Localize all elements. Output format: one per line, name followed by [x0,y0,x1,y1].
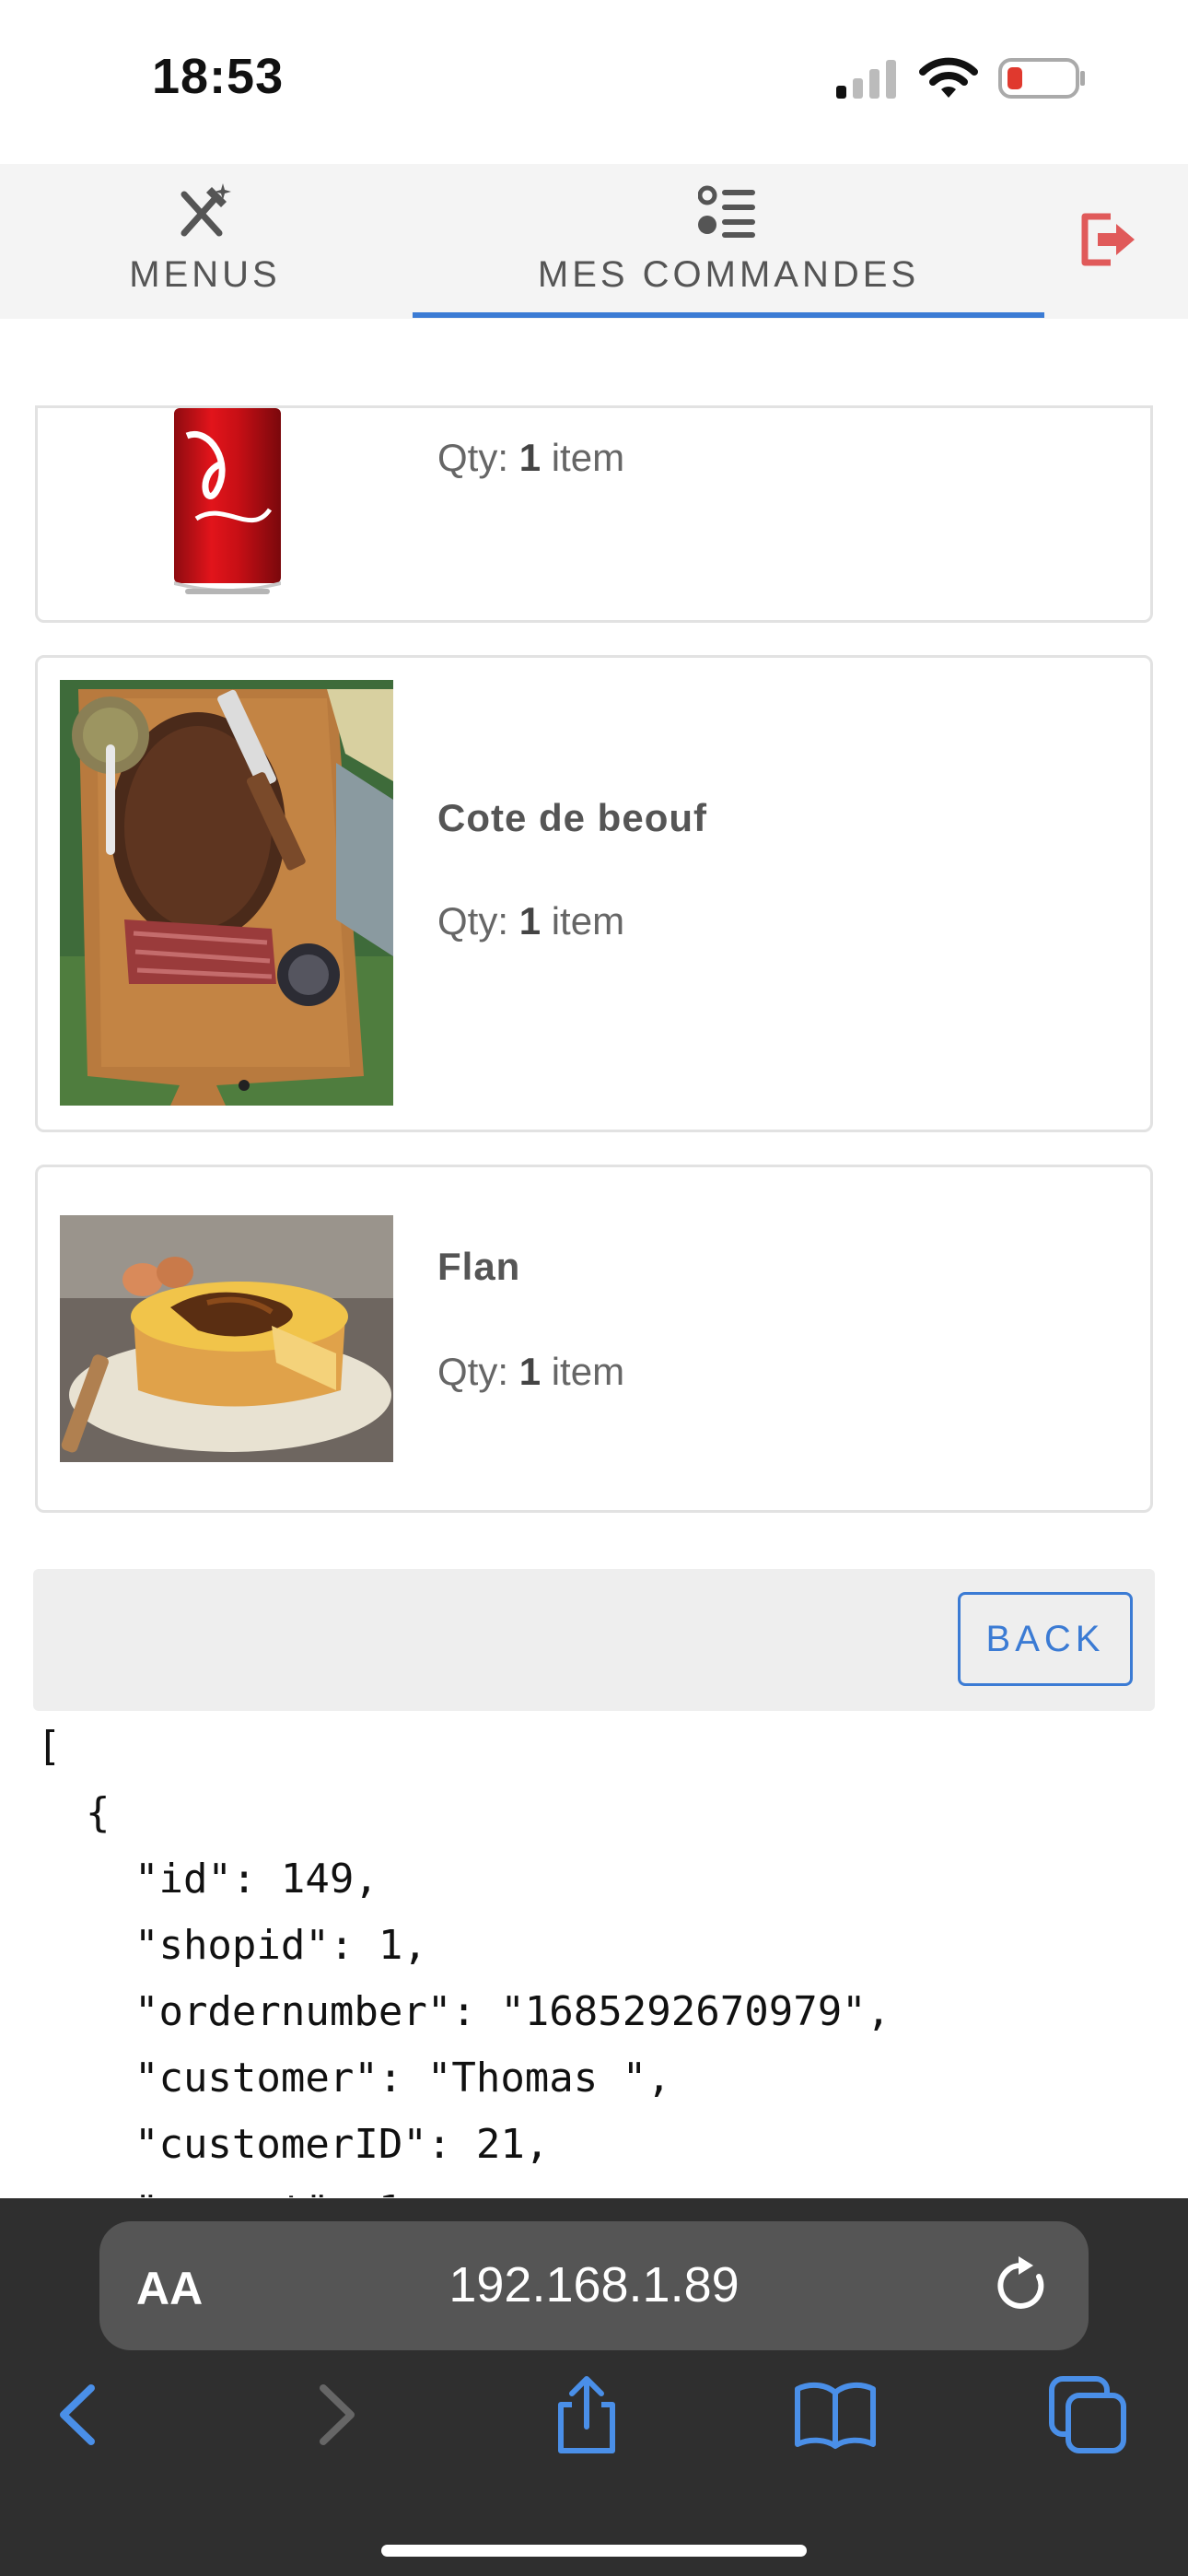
steak-image [60,680,393,1106]
json-line: { [37,1789,111,1836]
browser-toolbar: AA 192.168.1.89 [0,2198,1188,2576]
item-name: Cote de beouf [437,796,707,839]
tabs-button[interactable] [1037,2364,1138,2465]
json-line: "amount": 1, [37,2187,427,2197]
address-bar[interactable]: AA 192.168.1.89 [99,2221,1089,2350]
home-indicator [381,2545,807,2557]
qty-value: 1 [518,1350,542,1393]
back-button[interactable]: BACK [958,1592,1133,1686]
coca-cola-image [169,408,286,596]
active-tab-indicator [413,312,1044,318]
json-line: [ [37,1723,62,1770]
json-line: "customerID": 21, [37,2121,550,2168]
item-quantity: Qty: 1 item [437,436,624,480]
status-bar: 18:53 [0,0,1188,164]
cutlery-sparkle-icon [175,177,236,247]
order-json-dump: [ { "id": 149, "shopid": 1, "ordernumber… [37,1714,1160,2197]
list-icon [698,177,759,247]
qty-value: 1 [518,899,542,943]
qty-value: 1 [518,436,542,479]
qty-unit: item [551,899,625,943]
order-item-card: Cote de beouf Qty: 1 item [35,655,1153,1132]
order-item-card: Flan Qty: 1 item [35,1165,1153,1513]
top-navigation: MENUS MES COMMANDES [0,164,1188,319]
tab-mes-commandes[interactable]: MES COMMANDES [413,164,1044,319]
qty-prefix: Qty: [437,436,509,479]
logout-icon [1081,213,1135,266]
qty-unit: item [551,436,625,479]
item-quantity: Qty: 1 item [437,1350,624,1394]
bookmarks-button[interactable] [785,2364,886,2465]
forward-nav-button[interactable] [285,2364,387,2465]
json-line: "ordernumber": "1685292670979", [37,1988,891,2035]
chevron-right-icon [320,2384,355,2445]
logout-button[interactable] [1077,207,1142,272]
reload-button[interactable] [991,2254,1054,2317]
share-icon [558,2376,615,2453]
tab-menus-label: MENUS [129,254,281,295]
battery-low-icon [998,58,1085,99]
json-line: "shopid": 1, [37,1922,427,1969]
share-button[interactable] [536,2364,637,2465]
wifi-icon [919,57,978,98]
qty-unit: item [551,1350,625,1393]
status-icons [834,57,1087,100]
json-line: "customer": "Thomas ", [37,2055,671,2102]
qty-prefix: Qty: [437,1350,509,1393]
item-name: Flan [437,1245,521,1288]
chevron-left-icon [60,2384,95,2445]
url-text[interactable]: 192.168.1.89 [99,2256,1089,2313]
action-bar: BACK [33,1569,1155,1711]
status-time: 18:53 [152,49,285,104]
order-item-card: Qty: 1 item [35,405,1153,623]
flan-image [60,1215,393,1462]
tab-mes-commandes-label: MES COMMANDES [537,254,920,295]
back-nav-button[interactable] [28,2364,129,2465]
book-icon [795,2382,876,2449]
qty-prefix: Qty: [437,899,509,943]
item-quantity: Qty: 1 item [437,899,624,943]
tab-menus[interactable]: MENUS [83,164,327,319]
json-line: "id": 149, [37,1856,379,1903]
tabs-icon [1049,2376,1126,2453]
cellular-signal-icon [836,60,896,99]
reload-icon [997,2256,1044,2309]
